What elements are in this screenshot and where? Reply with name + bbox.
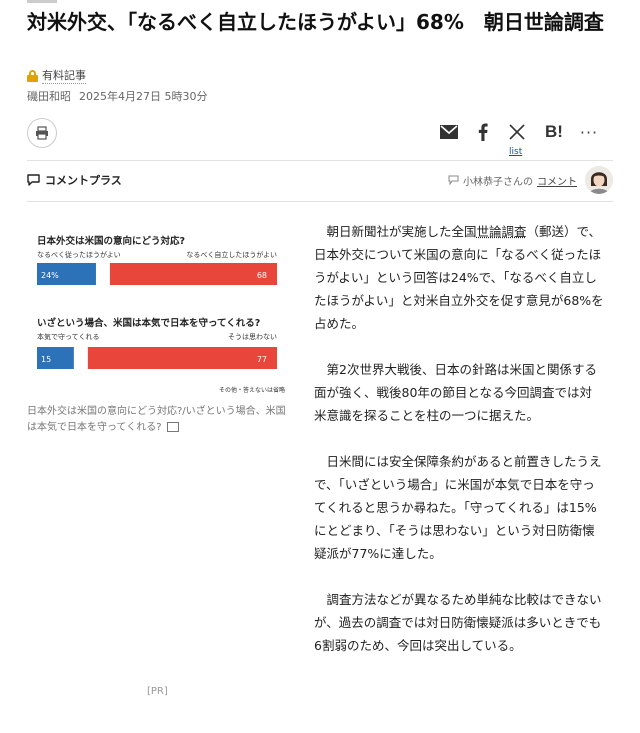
divider [27,160,613,161]
chart-caption-text: 日本外交は米国の意向にどう対応?/いざという場合、米国は本気で日本を守ってくれる… [27,406,286,433]
page-title: 対米外交、「なるべく自立したほうがよい」68% 朝日世論調査 [27,10,604,34]
image-expand-icon[interactable] [166,422,179,432]
chart2-left-label: 本気で守ってくれる [37,332,99,341]
chart-figure[interactable]: 日本外交は米国の意向にどう対応? なるべく従ったほうがよい なるべく自立したほう… [27,213,295,405]
facebook-share-button[interactable] [473,121,493,143]
chart1-title: 日本外交は米国の意向にどう対応? [37,235,185,247]
hatena-icon: B! [545,122,563,141]
comment-link[interactable]: コメント [537,173,577,188]
list-link[interactable]: list [509,147,522,157]
premium-label[interactable]: 有料記事 [42,67,86,84]
avatar-portrait [585,166,613,194]
chart2-value-left: 15 [41,355,51,364]
survey-link[interactable]: 世論調査 [477,224,527,239]
article-paragraph: 朝日新聞社が実施した全国世論調査（郵送）で、日本外交について米国の意向に「なるべ… [314,224,604,331]
commenter-name: 小林恭子さんの [463,176,533,188]
chart-caption: 日本外交は米国の意向にどう対応?/いざという場合、米国は本気で日本を守ってくれる… [27,404,295,436]
comment-plus-bar: コメントプラス 小林恭子さんの コメント [27,163,613,197]
article-meta: 磯田和昭 2025年4月27日 5時30分 [27,88,207,104]
premium-badge: 有料記事 [27,67,86,84]
x-icon [509,124,525,140]
chart2-title: いざという場合、米国は本気で日本を守ってくれる? [37,317,260,329]
mail-icon [440,125,458,139]
mail-share-button[interactable] [437,121,461,143]
chart1-bar-right [109,263,278,285]
chart2-bar-right [87,347,277,369]
article-paragraph: 第2次世界大戦後、日本の針路は米国と関係する面が強く、戦後80年の節目となる今回… [314,362,597,423]
more-icon: ··· [579,122,599,142]
divider [27,201,613,202]
facebook-icon [478,123,488,141]
more-share-button[interactable]: ··· [577,121,601,143]
comment-plus-brand[interactable]: コメントプラス [27,172,122,188]
speech-bubble-icon [27,174,40,186]
author-name: 磯田和昭 [27,90,71,103]
chart-footnote: その他・答えないは省略 [219,386,285,394]
chart-svg: 日本外交は米国の意向にどう対応? なるべく従ったほうがよい なるべく自立したほう… [37,235,285,394]
chart1-left-label: なるべく従ったほうがよい [37,250,121,259]
chart1-right-label: なるべく自立したほうがよい [186,250,277,259]
publish-date: 2025年4月27日 5時30分 [79,90,208,103]
hatena-bookmark-button[interactable]: B! [541,121,567,143]
article-paragraph: 調査方法などが異なるため単純な比較はできないが、過去の調査では対日防衛懐疑派は多… [314,592,602,653]
article-paragraph: 日米間には安全保障条約があると前置きしたうえで、「いざという場合」に米国が本気で… [314,454,602,561]
breadcrumb-stub [27,0,57,3]
printer-icon [36,126,48,140]
comment-plus-label: コメントプラス [45,174,122,187]
print-button[interactable] [27,118,57,148]
avatar[interactable] [585,166,613,194]
x-share-button[interactable] [505,121,529,143]
chart2-right-label: そうは思わない [228,333,277,341]
comment-icon [448,175,459,185]
lock-icon [27,69,38,82]
chart2-value-right: 77 [257,355,267,364]
article-body: 朝日新聞社が実施した全国世論調査（郵送）で、日本外交について米国の意向に「なるべ… [314,220,604,680]
chart1-value-right: 68 [257,271,267,280]
chart1-value-left: 24% [41,271,59,280]
pr-label: [PR] [147,686,168,697]
commenter-info: 小林恭子さんの コメント [448,173,577,188]
